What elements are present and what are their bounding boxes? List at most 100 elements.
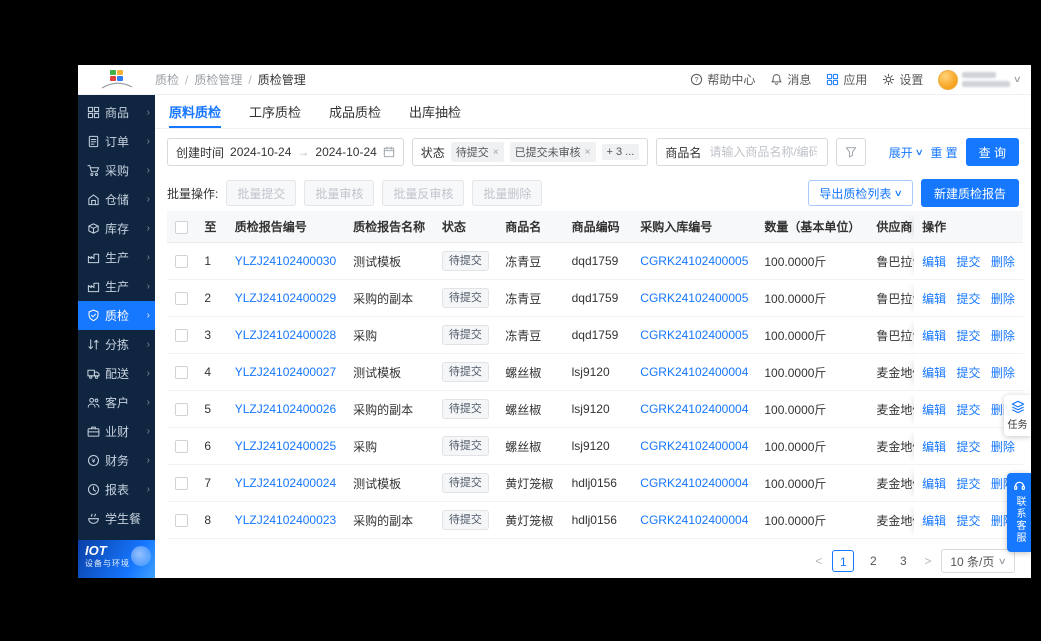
sidebar-item-reports[interactable]: 报表 ›	[78, 475, 155, 504]
table-row[interactable]: 1 YLZJ24102400030 测试模板 待提交 冻青豆 dqd1759 C…	[167, 243, 1023, 280]
report-no-link[interactable]: YLZJ24102400026	[235, 402, 336, 416]
table-row[interactable]: 5 YLZJ24102400026 采购的副本 待提交 螺丝椒 lsj9120 …	[167, 391, 1023, 428]
next-page-button[interactable]: >	[922, 554, 933, 568]
row-checkbox[interactable]	[175, 255, 188, 269]
report-no-link[interactable]: YLZJ24102400030	[235, 254, 336, 268]
settings-link[interactable]: 设置	[882, 71, 923, 88]
delete-link[interactable]: 删除	[991, 366, 1015, 380]
submit-link[interactable]: 提交	[957, 514, 981, 528]
search-button[interactable]: 查 询	[965, 138, 1019, 166]
sidebar-item-purchase[interactable]: 采购 ›	[78, 156, 155, 185]
inbound-no-link[interactable]: CGRK24102400004	[640, 365, 748, 379]
report-no-link[interactable]: YLZJ24102400027	[235, 365, 336, 379]
sidebar-item-inventory[interactable]: 库存 ›	[78, 214, 155, 243]
status-tag-submitted-unreviewed[interactable]: 已提交未审核 ×	[509, 142, 596, 162]
export-qc-list-button[interactable]: 导出质检列表 ∨	[808, 180, 913, 206]
tab-process-qc[interactable]: 工序质检	[249, 95, 301, 128]
table-row[interactable]: 8 YLZJ24102400023 采购的副本 待提交 黄灯笼椒 hdlj015…	[167, 502, 1023, 539]
sidebar-item-goods[interactable]: 商品 ›	[78, 98, 155, 127]
inbound-no-link[interactable]: CGRK24102400005	[640, 254, 748, 268]
status-filter-select[interactable]: 状态 待提交 × 已提交未审核 × + 3 ...	[411, 138, 649, 166]
row-checkbox[interactable]	[175, 403, 188, 417]
table-scroll-area[interactable]: 至 质检报告编号 质检报告名称 状态 商品名 商品编码 采购入库编号 数量（基本…	[167, 211, 1023, 544]
reset-button[interactable]: 重 置	[930, 144, 957, 161]
breadcrumb-item[interactable]: 质检	[155, 71, 179, 88]
inbound-no-link[interactable]: CGRK24102400005	[640, 328, 748, 342]
sidebar-item-business-finance[interactable]: 业财 ›	[78, 417, 155, 446]
delete-link[interactable]: 删除	[991, 255, 1015, 269]
tab-finished-qc[interactable]: 成品质检	[329, 95, 381, 128]
edit-link[interactable]: 编辑	[922, 255, 946, 269]
submit-link[interactable]: 提交	[957, 403, 981, 417]
report-no-link[interactable]: YLZJ24102400025	[235, 439, 336, 453]
prev-page-button[interactable]: <	[813, 554, 824, 568]
edit-link[interactable]: 编辑	[922, 329, 946, 343]
inbound-no-link[interactable]: CGRK24102400004	[640, 439, 748, 453]
user-menu[interactable]: ∨	[938, 69, 1022, 90]
help-center-link[interactable]: ? 帮助中心	[690, 71, 755, 88]
row-checkbox[interactable]	[175, 514, 188, 528]
sidebar-item-delivery[interactable]: 配送 ›	[78, 359, 155, 388]
edit-link[interactable]: 编辑	[922, 514, 946, 528]
task-widget[interactable]: 任务	[1004, 395, 1031, 436]
table-row[interactable]: 4 YLZJ24102400027 测试模板 待提交 螺丝椒 lsj9120 C…	[167, 354, 1023, 391]
sidebar-item-sorting[interactable]: 分拣 ›	[78, 330, 155, 359]
edit-link[interactable]: 编辑	[922, 366, 946, 380]
page-button-2[interactable]: 2	[862, 550, 884, 572]
sidebar-item-finance[interactable]: ¥ 财务 ›	[78, 446, 155, 475]
submit-link[interactable]: 提交	[957, 366, 981, 380]
date-range-picker[interactable]: 创建时间 2024-10-24 → 2024-10-24	[167, 138, 404, 166]
inbound-no-link[interactable]: CGRK24102400004	[640, 402, 748, 416]
messages-link[interactable]: 消息	[770, 71, 811, 88]
report-no-link[interactable]: YLZJ24102400024	[235, 476, 336, 490]
sidebar-item-student-meal[interactable]: 学生餐	[78, 504, 155, 533]
submit-link[interactable]: 提交	[957, 292, 981, 306]
submit-link[interactable]: 提交	[957, 477, 981, 491]
col-index[interactable]: 至	[196, 211, 227, 243]
tab-raw-material-qc[interactable]: 原料质检	[169, 95, 222, 128]
sidebar-item-quality[interactable]: 质检 ›	[78, 301, 155, 330]
edit-link[interactable]: 编辑	[922, 440, 946, 454]
expand-filters-link[interactable]: 展开 ∨	[889, 144, 924, 161]
edit-link[interactable]: 编辑	[922, 403, 946, 417]
close-icon[interactable]: ×	[585, 147, 591, 158]
apps-link[interactable]: 应用	[826, 71, 867, 88]
row-checkbox[interactable]	[175, 366, 188, 380]
inbound-no-link[interactable]: CGRK24102400004	[640, 476, 748, 490]
delete-link[interactable]: 删除	[991, 440, 1015, 454]
page-button-1[interactable]: 1	[832, 550, 855, 572]
filter-funnel-button[interactable]	[836, 138, 867, 166]
inbound-no-link[interactable]: CGRK24102400004	[640, 513, 748, 527]
sidebar-item-orders[interactable]: 订单 ›	[78, 127, 155, 156]
breadcrumb-item[interactable]: 质检管理	[194, 71, 242, 88]
table-row[interactable]: 6 YLZJ24102400025 采购 待提交 螺丝椒 lsj9120 CGR…	[167, 428, 1023, 465]
batch-submit-button[interactable]: 批量提交	[226, 180, 297, 206]
status-tag-pending[interactable]: 待提交 ×	[450, 142, 504, 162]
page-button-3[interactable]: 3	[892, 550, 914, 572]
row-checkbox[interactable]	[175, 440, 188, 454]
submit-link[interactable]: 提交	[957, 440, 981, 454]
tab-outbound-sampling-qc[interactable]: 出库抽检	[409, 95, 461, 128]
sidebar-item-production-1[interactable]: 生产 ›	[78, 243, 155, 272]
status-tag-more[interactable]: + 3 ...	[601, 144, 640, 160]
row-checkbox[interactable]	[175, 292, 188, 306]
inbound-no-link[interactable]: CGRK24102400005	[640, 291, 748, 305]
batch-delete-button[interactable]: 批量删除	[472, 180, 543, 206]
close-icon[interactable]: ×	[493, 147, 499, 158]
submit-link[interactable]: 提交	[957, 255, 981, 269]
table-row[interactable]: 3 YLZJ24102400028 采购 待提交 冻青豆 dqd1759 CGR…	[167, 317, 1023, 354]
sidebar-item-customer[interactable]: 客户 ›	[78, 388, 155, 417]
delete-link[interactable]: 删除	[991, 329, 1015, 343]
submit-link[interactable]: 提交	[957, 329, 981, 343]
table-row[interactable]: 2 YLZJ24102400029 采购的副本 待提交 冻青豆 dqd1759 …	[167, 280, 1023, 317]
batch-review-button[interactable]: 批量审核	[304, 180, 375, 206]
company-logo[interactable]	[78, 69, 155, 90]
row-checkbox[interactable]	[175, 329, 188, 343]
iot-banner[interactable]: IOT 设备与环境	[78, 540, 155, 578]
batch-unreview-button[interactable]: 批量反审核	[382, 180, 465, 206]
report-no-link[interactable]: YLZJ24102400028	[235, 328, 336, 342]
row-checkbox[interactable]	[175, 477, 188, 491]
report-no-link[interactable]: YLZJ24102400029	[235, 291, 336, 305]
delete-link[interactable]: 删除	[991, 292, 1015, 306]
product-search-field[interactable]: 商品名	[656, 138, 829, 166]
